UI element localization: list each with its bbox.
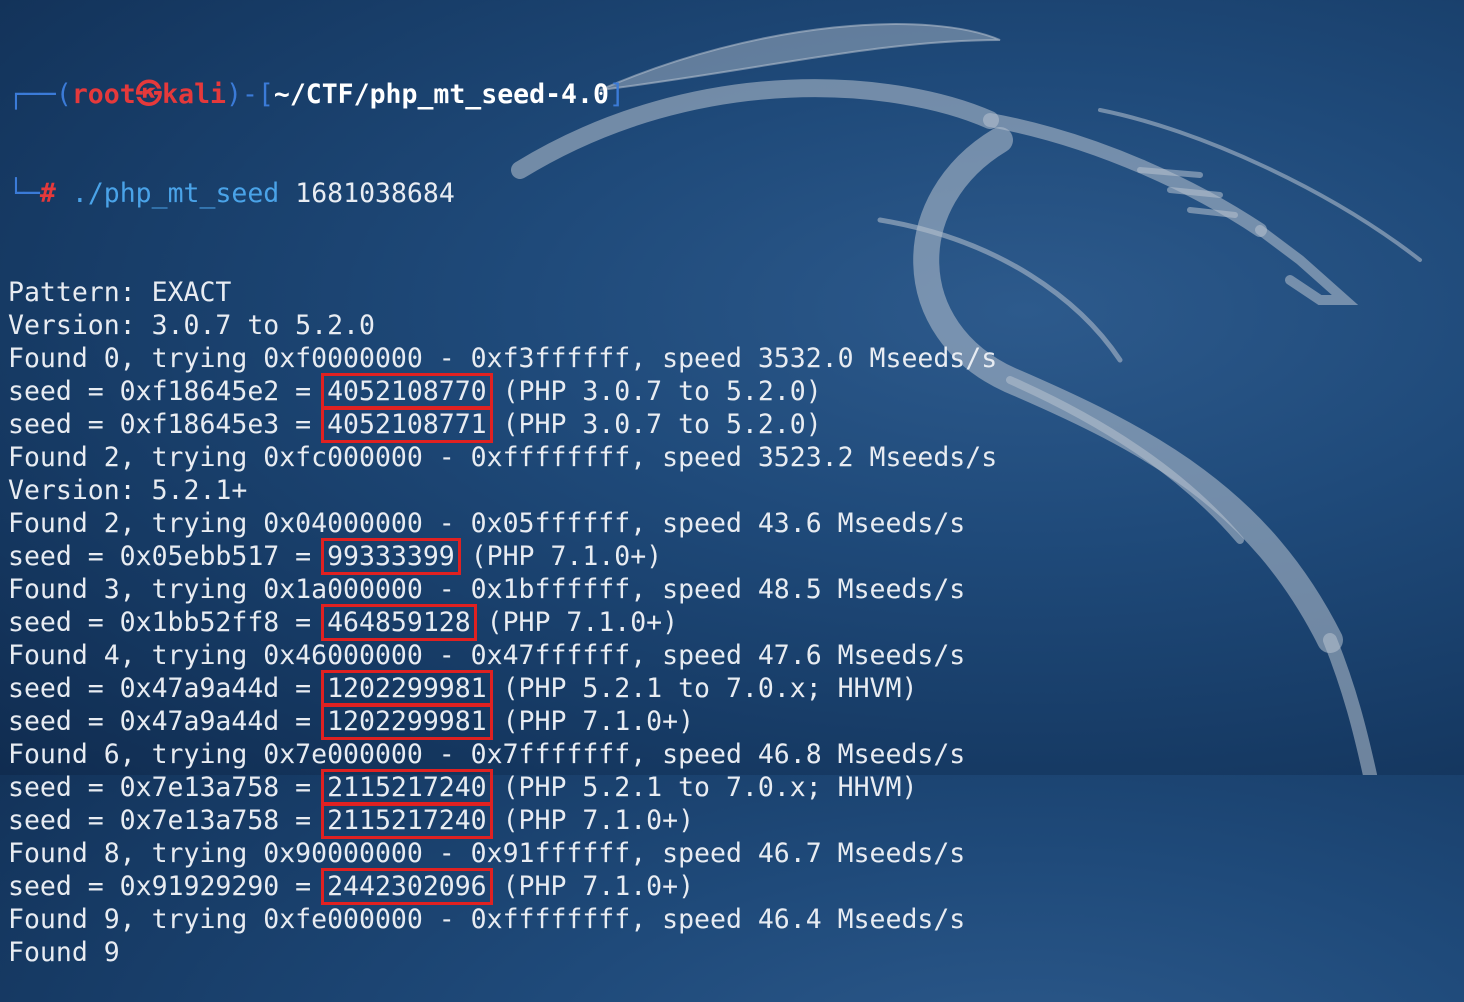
seed-result-line: seed = 0x47a9a44d = 1202299981 (PHP 5.2.…: [8, 670, 997, 707]
highlighted-seed-value: 4052108770: [321, 373, 493, 410]
prompt-path: ~/CTF/php_mt_seed-4.0: [273, 79, 609, 110]
seed-result-line: seed = 0x47a9a44d = 1202299981 (PHP 7.1.…: [8, 703, 997, 740]
highlighted-seed-value: 1202299981: [321, 703, 493, 740]
output-line: Found 2, trying 0x04000000 - 0x05ffffff,…: [8, 508, 966, 539]
highlighted-seed-value: 2115217240: [321, 802, 493, 839]
highlighted-seed-value: 99333399: [321, 538, 461, 575]
prompt-separator: )-[: [225, 79, 274, 110]
highlighted-seed-value: 1202299981: [321, 670, 493, 707]
seed-hex-label: seed = 0xf18645e3 =: [8, 409, 328, 440]
skull-icon: ㉿: [135, 79, 163, 110]
output-line: Pattern: EXACT: [8, 277, 232, 308]
seed-result-line: seed = 0x05ebb517 = 99333399 (PHP 7.1.0+…: [8, 538, 997, 575]
seed-result-line: seed = 0x7e13a758 = 2115217240 (PHP 5.2.…: [8, 769, 997, 806]
php-version-note: (PHP 7.1.0+): [486, 805, 695, 836]
seed-result-line: seed = 0x91929290 = 2442302096 (PHP 7.1.…: [8, 868, 997, 905]
prompt-user: root: [71, 79, 136, 110]
highlighted-seed-value: 2442302096: [321, 868, 493, 905]
output-line: Found 0, trying 0xf0000000 - 0xf3ffffff,…: [8, 343, 998, 374]
prompt-hash: #: [39, 178, 56, 209]
prompt-box-top: ┌──(: [8, 79, 72, 110]
prompt-host: kali: [162, 79, 226, 110]
output-line: Found 9, trying 0xfe000000 - 0xffffffff,…: [8, 904, 966, 935]
highlighted-seed-value: 2115217240: [321, 769, 493, 806]
seed-hex-label: seed = 0x47a9a44d =: [8, 706, 328, 737]
command-name: ./php_mt_seed: [71, 178, 280, 209]
prompt-header-line: ┌──(root㉿kali)-[~/CTF/php_mt_seed-4.0]: [8, 78, 997, 111]
output-line: Found 2, trying 0xfc000000 - 0xffffffff,…: [8, 442, 998, 473]
seed-result-line: seed = 0xf18645e2 = 4052108770 (PHP 3.0.…: [8, 373, 997, 410]
output-line: Found 6, trying 0x7e000000 - 0x7fffffff,…: [8, 739, 966, 770]
highlighted-seed-value: 4052108771: [321, 406, 493, 443]
output-line: Version: 5.2.1+: [8, 475, 248, 506]
php-version-note: (PHP 7.1.0+): [470, 607, 679, 638]
command-argument: 1681038684: [295, 178, 455, 209]
terminal-output: ┌──(root㉿kali)-[~/CTF/php_mt_seed-4.0] └…: [8, 12, 997, 1002]
command-line[interactable]: └─# ./php_mt_seed 1681038684: [8, 177, 997, 210]
php-version-note: (PHP 5.2.1 to 7.0.x; HHVM): [486, 673, 918, 704]
output-line: Found 9: [8, 937, 120, 968]
seed-hex-label: seed = 0x7e13a758 =: [8, 805, 328, 836]
php-version-note: (PHP 7.1.0+): [486, 706, 695, 737]
seed-hex-label: seed = 0x05ebb517 =: [8, 541, 328, 572]
seed-hex-label: seed = 0x91929290 =: [8, 871, 328, 902]
output-line: Found 3, trying 0x1a000000 - 0x1bffffff,…: [8, 574, 966, 605]
output-line: Version: 3.0.7 to 5.2.0: [8, 310, 375, 341]
seed-hex-label: seed = 0xf18645e2 =: [8, 376, 328, 407]
seed-hex-label: seed = 0x7e13a758 =: [8, 772, 328, 803]
seed-result-line: seed = 0x7e13a758 = 2115217240 (PHP 7.1.…: [8, 802, 997, 839]
php-version-note: (PHP 5.2.1 to 7.0.x; HHVM): [486, 772, 918, 803]
prompt-close-bracket: ]: [608, 79, 625, 110]
php-version-note: (PHP 7.1.0+): [486, 871, 695, 902]
php-version-note: (PHP 3.0.7 to 5.2.0): [486, 409, 822, 440]
output-lines: Pattern: EXACT Version: 3.0.7 to 5.2.0 Fou…: [8, 276, 997, 969]
highlighted-seed-value: 464859128: [321, 604, 477, 641]
output-line: Found 8, trying 0x90000000 - 0x91ffffff,…: [8, 838, 966, 869]
php-version-note: (PHP 7.1.0+): [454, 541, 663, 572]
prompt-box-bottom: └─: [8, 178, 40, 209]
seed-result-line: seed = 0xf18645e3 = 4052108771 (PHP 3.0.…: [8, 406, 997, 443]
output-line: Found 4, trying 0x46000000 - 0x47ffffff,…: [8, 640, 966, 671]
php-version-note: (PHP 3.0.7 to 5.2.0): [486, 376, 822, 407]
seed-result-line: seed = 0x1bb52ff8 = 464859128 (PHP 7.1.0…: [8, 604, 997, 641]
seed-hex-label: seed = 0x47a9a44d =: [8, 673, 328, 704]
seed-hex-label: seed = 0x1bb52ff8 =: [8, 607, 328, 638]
